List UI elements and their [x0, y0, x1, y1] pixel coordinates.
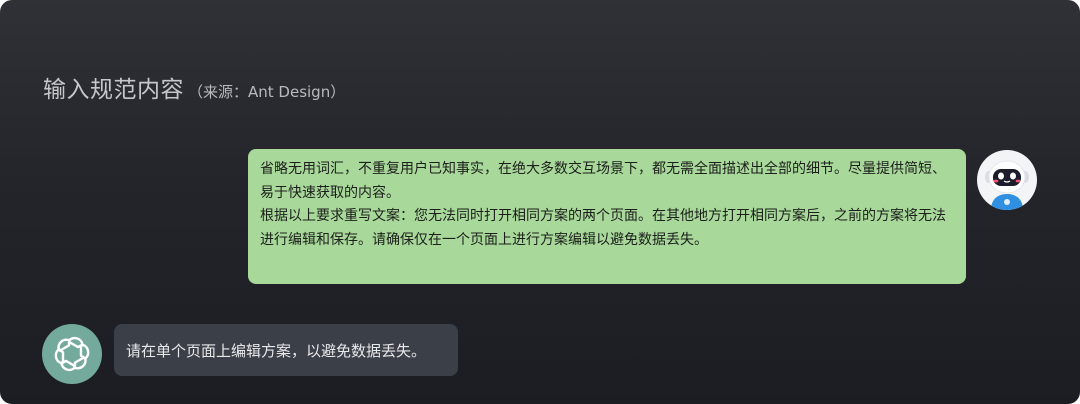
robot-avatar-icon [985, 160, 1029, 210]
user-message-bubble: 省略无用词汇，不重复用户已知事实，在绝大多数交互场景下，都无需全面描述出全部的细… [248, 149, 966, 284]
page-title: 输入规范内容 [43, 77, 184, 103]
user-message-paragraph-1: 省略无用词汇，不重复用户已知事实，在绝大多数交互场景下，都无需全面描述出全部的细… [260, 161, 946, 201]
openai-logo-icon [54, 336, 90, 372]
assistant-avatar [42, 324, 102, 384]
assistant-message-bubble: 请在单个页面上编辑方案，以避免数据丢失。 [114, 324, 458, 376]
user-avatar [977, 150, 1037, 210]
assistant-message-text: 请在单个页面上编辑方案，以避免数据丢失。 [126, 341, 427, 360]
chat-window: 输入规范内容 （来源：Ant Design） 省略无用词汇，不重复用户已知事实，… [0, 0, 1080, 404]
page-title-row: 输入规范内容 （来源：Ant Design） [43, 70, 346, 103]
user-message-paragraph-2: 根据以上要求重写文案：您无法同时打开相同方案的两个页面。在其他地方打开相同方案后… [260, 208, 946, 248]
source-note: （来源：Ant Design） [188, 83, 346, 101]
